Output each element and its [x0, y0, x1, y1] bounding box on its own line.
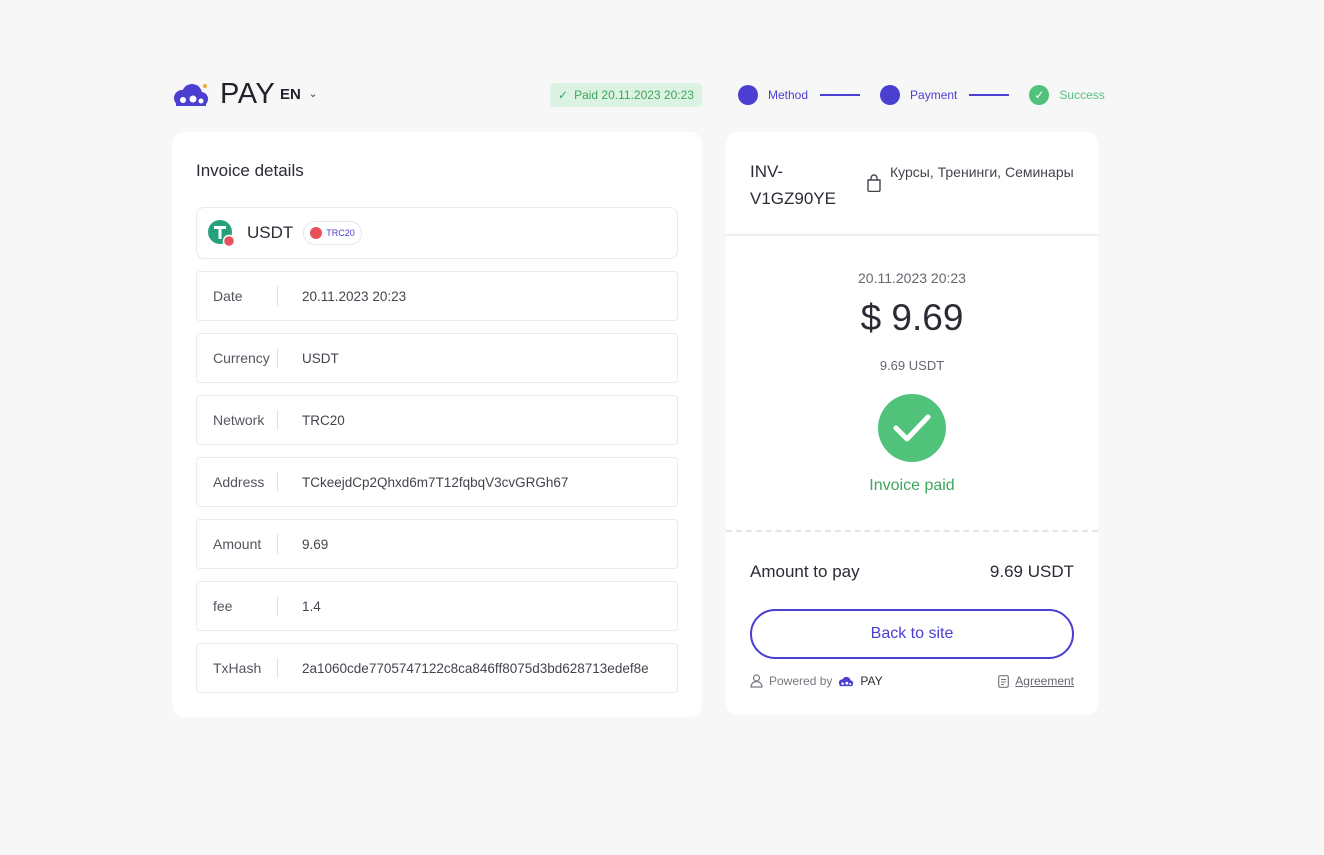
invoice-details-card: Invoice details USDT TRC20 Date 20.11.20…	[172, 132, 702, 717]
back-to-site-button[interactable]: Back to site	[750, 609, 1074, 659]
lock-person-icon	[750, 674, 763, 688]
step-label-method: Method	[768, 88, 809, 102]
cloud-logo-icon	[174, 83, 208, 106]
success-check-icon	[878, 394, 946, 462]
invoice-id: INV-V1GZ90YE	[750, 162, 836, 208]
agreement[interactable]: Agreement	[998, 674, 1074, 688]
detail-value: 20.11.2023 20:23	[302, 288, 407, 304]
amount-to-pay-value: 9.69 USDT	[989, 562, 1074, 581]
detail-label: Address	[197, 472, 278, 492]
check-icon: ✓	[558, 88, 569, 102]
shopping-bag-icon	[867, 174, 881, 192]
category-text: Курсы, Тренинги, Семинары	[890, 164, 1074, 180]
detail-value-txhash[interactable]: 2a1060cde7705747122c8ca846ff8075d3bd6287…	[278, 661, 656, 676]
invoice-status: Invoice paid	[869, 477, 955, 494]
language-selector[interactable]: EN ⌄	[280, 86, 317, 103]
dashed-divider	[726, 530, 1098, 532]
coin-row: USDT TRC20	[196, 207, 678, 259]
detail-row-amount: Amount 9.69	[196, 519, 678, 569]
progress-steps: Method Payment ✓ Success	[738, 85, 1105, 105]
detail-value: TRC20	[302, 412, 345, 428]
invoice-amount-usd: $ 9.69	[860, 297, 964, 338]
logo-text: PAY	[220, 78, 276, 110]
detail-label: TxHash	[197, 658, 278, 678]
paid-badge-text: Paid 20.11.2023 20:23	[574, 88, 694, 102]
step-connector	[820, 94, 861, 96]
step-connector	[969, 94, 1010, 96]
detail-label: Date	[197, 286, 278, 306]
paid-status-badge: ✓ Paid 20.11.2023 20:23	[550, 83, 702, 107]
amount-to-pay-label: Amount to pay	[750, 562, 860, 581]
step-success-check-icon: ✓	[1029, 85, 1050, 105]
coin-name: USDT	[247, 223, 294, 242]
detail-value: 9.69	[302, 536, 329, 552]
card-footer: Powered by PAY Agreement	[750, 674, 1074, 688]
usdt-coin-icon	[207, 219, 236, 248]
detail-value: USDT	[302, 350, 339, 366]
invoice-details-title: Invoice details	[196, 161, 304, 180]
powered-by-label: Powered by	[769, 674, 833, 688]
divider	[726, 234, 1098, 236]
detail-row-date: Date 20.11.2023 20:23	[196, 271, 678, 321]
cloud-logo-small-icon	[839, 676, 854, 686]
tron-icon	[310, 227, 323, 239]
detail-label: Network	[197, 410, 278, 430]
powered-by: Powered by PAY	[750, 674, 883, 688]
detail-row-network: Network TRC20	[196, 395, 678, 445]
amount-to-pay-row: Amount to pay 9.69 USDT	[750, 562, 1074, 582]
step-label-success: Success	[1059, 88, 1105, 102]
detail-label: fee	[197, 596, 278, 616]
agreement-link[interactable]: Agreement	[1015, 674, 1074, 688]
network-chip-label: TRC20	[326, 228, 355, 238]
detail-label: Currency	[197, 348, 278, 368]
detail-label: Amount	[197, 534, 278, 554]
detail-value-address[interactable]: TCkeejdCp2Qhxd6m7T12fqbqV3cvGRGh67	[278, 475, 656, 490]
language-label: EN	[280, 86, 301, 103]
document-icon	[998, 674, 1010, 688]
detail-row-txhash[interactable]: TxHash 2a1060cde7705747122c8ca846ff8075d…	[196, 643, 678, 693]
detail-value: 1.4	[302, 598, 321, 614]
invoice-amount-crypto: 9.69 USDT	[879, 358, 945, 373]
detail-row-currency: Currency USDT	[196, 333, 678, 383]
step-dot-method	[738, 85, 758, 105]
invoice-summary-card: INV-V1GZ90YE Курсы, Тренинги, Семинары 2…	[726, 132, 1098, 715]
step-dot-payment	[880, 85, 901, 105]
logo[interactable]: PAY	[172, 78, 275, 111]
step-label-payment: Payment	[910, 88, 958, 102]
detail-row-address[interactable]: Address TCkeejdCp2Qhxd6m7T12fqbqV3cvGRGh…	[196, 457, 678, 507]
network-chip: TRC20	[303, 221, 362, 245]
invoice-category: Курсы, Тренинги, Семинары	[866, 162, 1076, 192]
detail-row-fee: fee 1.4	[196, 581, 678, 631]
top-bar: PAY EN ⌄ ✓ Paid 20.11.2023 20:23 Method …	[172, 76, 1105, 114]
invoice-date: 20.11.2023 20:23	[858, 270, 966, 286]
powered-by-brand: PAY	[860, 674, 883, 688]
chevron-down-icon: ⌄	[308, 89, 318, 100]
